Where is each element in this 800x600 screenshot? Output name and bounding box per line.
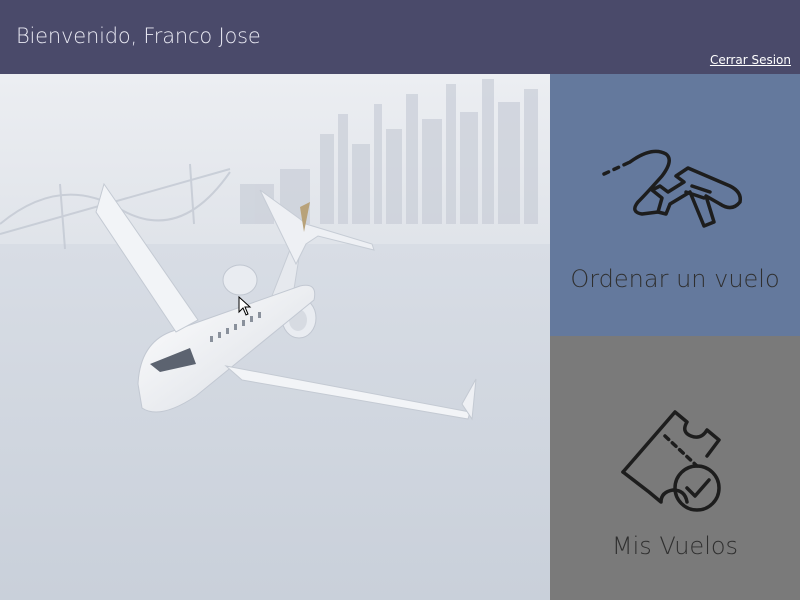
welcome-message: Bienvenido, Franco Jose xyxy=(16,24,261,48)
order-flight-tile[interactable]: Ordenar un vuelo xyxy=(550,74,800,336)
ticket-check-icon xyxy=(550,406,800,520)
airplane-over-city-icon xyxy=(0,74,550,600)
order-flight-label: Ordenar un vuelo xyxy=(570,265,780,293)
hero-image xyxy=(0,74,550,600)
mouse-pointer-icon xyxy=(238,295,252,320)
my-flights-tile[interactable]: Mis Vuelos xyxy=(550,336,800,600)
my-flights-label: Mis Vuelos xyxy=(611,532,739,560)
logout-link[interactable]: Cerrar Sesion xyxy=(710,53,791,67)
airplane-route-icon xyxy=(550,146,800,250)
app-header: Bienvenido, Franco Jose Cerrar Sesion xyxy=(0,0,800,74)
